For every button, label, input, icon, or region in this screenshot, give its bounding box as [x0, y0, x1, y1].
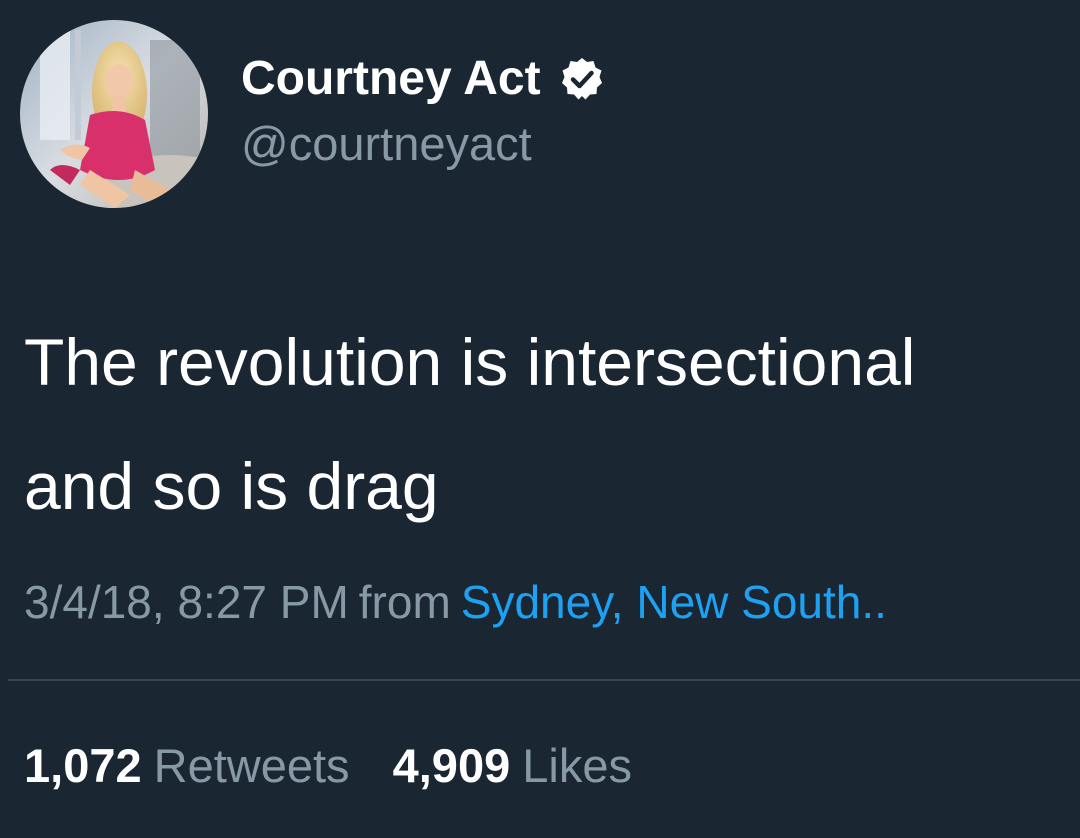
avatar[interactable]: [20, 20, 208, 208]
from-label: from: [358, 576, 451, 628]
tweet-text: The revolution is intersectional and so …: [24, 300, 1074, 548]
user-handle[interactable]: @courtneyact: [241, 116, 605, 172]
retweets-label: Retweets: [153, 739, 350, 792]
tweet-text-line: The revolution is intersectional: [24, 325, 916, 399]
profile-photo-icon: [20, 20, 208, 208]
retweets-count: 1,072: [24, 739, 142, 792]
author-block: Courtney Act @courtneyact: [241, 50, 605, 172]
likes-count: 4,909: [392, 739, 511, 792]
divider: [8, 679, 1080, 681]
location-link[interactable]: Sydney, New South..: [461, 576, 887, 628]
tweet-card: Courtney Act @courtneyact The revolution…: [0, 0, 1080, 838]
likes-stat[interactable]: 4,909 Likes: [393, 736, 632, 796]
tweet-stats: 1,072 Retweets 4,909 Likes: [24, 736, 632, 796]
tweet-text-line: and so is drag: [24, 449, 439, 523]
likes-label: Likes: [522, 739, 632, 792]
timestamp[interactable]: 3/4/18, 8:27 PM: [24, 576, 349, 628]
name-row: Courtney Act: [241, 50, 605, 108]
retweets-stat[interactable]: 1,072 Retweets: [24, 736, 350, 796]
tweet-meta: 3/4/18, 8:27 PM from Sydney, New South..: [24, 572, 1080, 632]
verified-badge-icon: [559, 56, 605, 102]
display-name[interactable]: Courtney Act: [241, 50, 541, 108]
